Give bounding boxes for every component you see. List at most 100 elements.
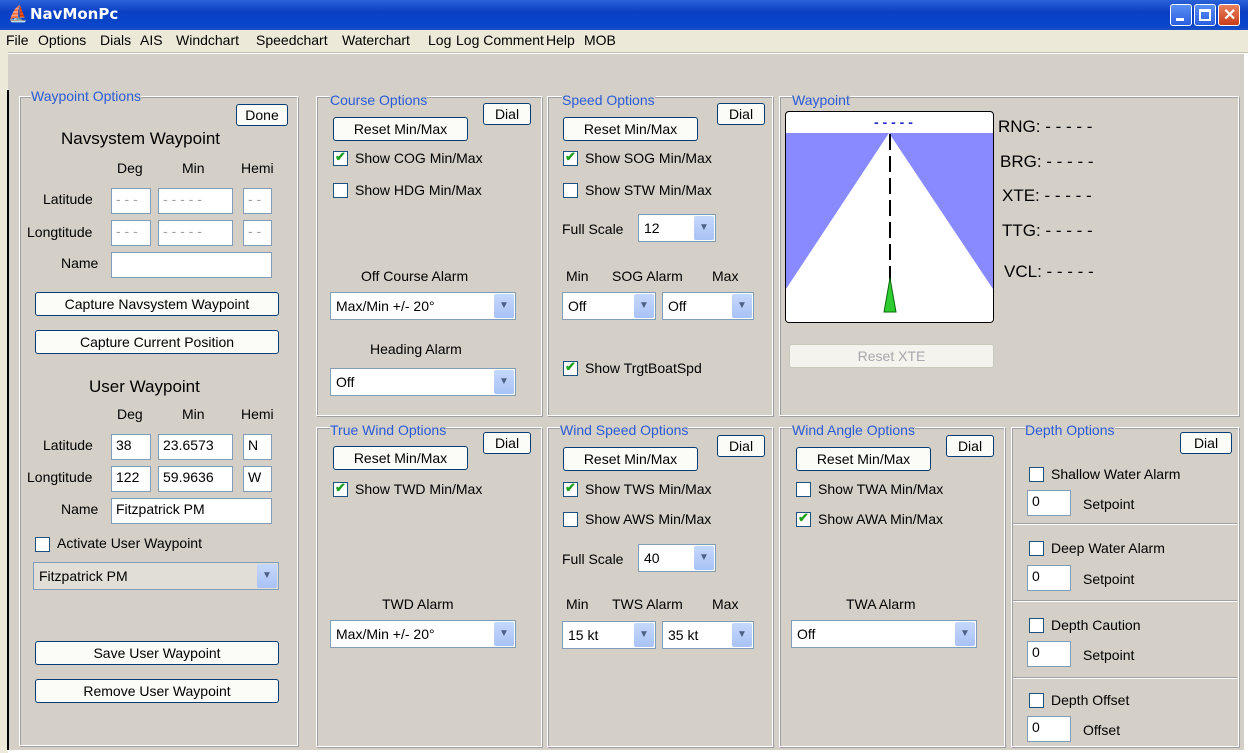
show-trgtboatspd-checkbox[interactable]: ✔ (563, 359, 578, 376)
user-lat-hemi-field[interactable]: N (243, 434, 272, 460)
menu-speedchart[interactable]: Speedchart (256, 32, 328, 48)
depth-offset-field[interactable]: 0 (1027, 716, 1071, 742)
speed-reset-minmax-button[interactable]: Reset Min/Max (563, 117, 698, 141)
user-lat-min-field[interactable]: 23.6573 (158, 434, 233, 460)
sailboat-icon: ⛵ (8, 6, 28, 23)
speed-dial-button[interactable]: Dial (717, 103, 765, 125)
nav-lon-hemi-field[interactable]: - - (243, 220, 272, 246)
user-lon-deg-field[interactable]: 122 (111, 466, 151, 492)
menu-help[interactable]: Help (546, 32, 575, 48)
show-hdg-checkbox[interactable] (333, 183, 348, 198)
show-aws-checkbox[interactable] (563, 512, 578, 527)
deep-water-alarm-checkbox[interactable] (1029, 541, 1044, 556)
course-reset-minmax-button[interactable]: Reset Min/Max (333, 117, 468, 141)
caution-setpoint-field[interactable]: 0 (1027, 641, 1071, 667)
menu-ais[interactable]: AIS (140, 32, 163, 48)
reset-xte-button[interactable]: Reset XTE (789, 344, 994, 368)
wind-angle-reset-minmax-button[interactable]: Reset Min/Max (796, 447, 931, 471)
menu-log[interactable]: Log (428, 32, 451, 48)
shallow-setpoint-field[interactable]: 0 (1027, 490, 1071, 516)
latitude-label: Latitude (43, 191, 93, 207)
nav-lon-deg-field[interactable]: - - - (111, 220, 151, 246)
wind-speed-reset-minmax-button[interactable]: Reset Min/Max (563, 447, 698, 471)
heading-alarm-value: Off (336, 374, 355, 390)
capture-navsystem-waypoint-button[interactable]: Capture Navsystem Waypoint (35, 292, 279, 316)
check-icon: ✔ (335, 149, 346, 164)
nav-name-field[interactable] (111, 252, 272, 278)
group-title: Speed Options (562, 92, 655, 108)
depth-caution-checkbox[interactable] (1029, 618, 1044, 633)
show-tws-checkbox[interactable]: ✔ (563, 480, 578, 497)
close-button[interactable]: ✕ (1218, 4, 1240, 26)
max-label: Max (712, 268, 739, 284)
menu-mob[interactable]: MOB (584, 32, 616, 48)
chevron-down-icon[interactable]: ▼ (634, 294, 654, 318)
off-course-alarm-select[interactable]: Max/Min +/- 20° ▼ (330, 292, 516, 320)
save-user-waypoint-button[interactable]: Save User Waypoint (35, 641, 279, 665)
nav-lat-deg-field[interactable]: - - - (111, 188, 151, 214)
maximize-icon (1199, 9, 1211, 21)
longitude-label: Longtitude (27, 224, 93, 240)
xte-scale-value: - - - - - (874, 114, 913, 130)
show-awa-checkbox[interactable]: ✔ (796, 510, 811, 527)
wind-angle-dial-button[interactable]: Dial (946, 435, 994, 457)
course-dial-button[interactable]: Dial (483, 103, 531, 125)
tws-alarm-min-select[interactable]: 15 kt ▼ (562, 621, 656, 649)
wind-full-scale-select[interactable]: 40 ▼ (638, 544, 716, 572)
nav-lon-min-field[interactable]: - - - - - (158, 220, 233, 246)
menu-waterchart[interactable]: Waterchart (342, 32, 410, 48)
menu-file[interactable]: File (6, 32, 29, 48)
shallow-water-alarm-checkbox[interactable] (1029, 467, 1044, 482)
menu-options[interactable]: Options (38, 32, 86, 48)
tws-alarm-max-select[interactable]: 35 kt ▼ (662, 621, 754, 649)
name-label: Name (61, 501, 99, 517)
show-cog-checkbox[interactable]: ✔ (333, 149, 348, 166)
user-lat-deg-field[interactable]: 38 (111, 434, 151, 460)
chevron-down-icon[interactable]: ▼ (494, 370, 514, 394)
maximize-button[interactable] (1194, 4, 1216, 26)
true-wind-dial-button[interactable]: Dial (483, 432, 531, 454)
twd-alarm-select[interactable]: Max/Min +/- 20° ▼ (330, 620, 516, 648)
user-name-field[interactable]: Fitzpatrick PM (111, 498, 272, 524)
show-twa-checkbox[interactable] (796, 482, 811, 497)
waypoint-select[interactable]: Fitzpatrick PM ▼ (33, 562, 279, 590)
deep-setpoint-field[interactable]: 0 (1027, 565, 1071, 591)
chevron-down-icon[interactable]: ▼ (732, 294, 752, 318)
activate-user-waypoint-checkbox[interactable] (35, 537, 50, 552)
capture-current-position-button[interactable]: Capture Current Position (35, 330, 279, 354)
speed-full-scale-select[interactable]: 12 ▼ (638, 214, 716, 242)
user-lon-min-field[interactable]: 59.9636 (158, 466, 233, 492)
sog-alarm-max-select[interactable]: Off ▼ (662, 292, 754, 320)
chevron-down-icon[interactable]: ▼ (494, 622, 514, 646)
remove-user-waypoint-button[interactable]: Remove User Waypoint (35, 679, 279, 703)
menu-dials[interactable]: Dials (100, 32, 131, 48)
wind-speed-dial-button[interactable]: Dial (717, 435, 765, 457)
tws-alarm-label: TWS Alarm (612, 596, 683, 612)
user-lon-hemi-field[interactable]: W (243, 466, 272, 492)
chevron-down-icon[interactable]: ▼ (694, 216, 714, 240)
nav-lat-hemi-field[interactable]: - - (243, 188, 272, 214)
menu-windchart[interactable]: Windchart (176, 32, 239, 48)
depth-offset-checkbox[interactable] (1029, 693, 1044, 708)
sog-alarm-min-select[interactable]: Off ▼ (562, 292, 656, 320)
menu-log-comment[interactable]: Log Comment (456, 32, 544, 48)
chevron-down-icon[interactable]: ▼ (732, 623, 752, 647)
heading-alarm-select[interactable]: Off ▼ (330, 368, 516, 396)
true-wind-reset-minmax-button[interactable]: Reset Min/Max (333, 446, 468, 470)
check-icon: ✔ (565, 359, 576, 374)
chevron-down-icon[interactable]: ▼ (257, 564, 277, 588)
chevron-down-icon[interactable]: ▼ (694, 546, 714, 570)
minimize-button[interactable] (1170, 4, 1192, 26)
title-bar[interactable]: ⛵ NavMonPc ✕ (0, 0, 1248, 30)
nav-lat-min-field[interactable]: - - - - - (158, 188, 233, 214)
chevron-down-icon[interactable]: ▼ (955, 622, 975, 646)
twa-alarm-select[interactable]: Off ▼ (791, 620, 977, 648)
show-twd-checkbox[interactable]: ✔ (333, 480, 348, 497)
longitude-label: Longtitude (27, 469, 93, 485)
done-button[interactable]: Done (236, 104, 288, 126)
depth-dial-button[interactable]: Dial (1180, 432, 1232, 454)
chevron-down-icon[interactable]: ▼ (494, 294, 514, 318)
show-stw-checkbox[interactable] (563, 183, 578, 198)
show-sog-checkbox[interactable]: ✔ (563, 149, 578, 166)
chevron-down-icon[interactable]: ▼ (634, 623, 654, 647)
